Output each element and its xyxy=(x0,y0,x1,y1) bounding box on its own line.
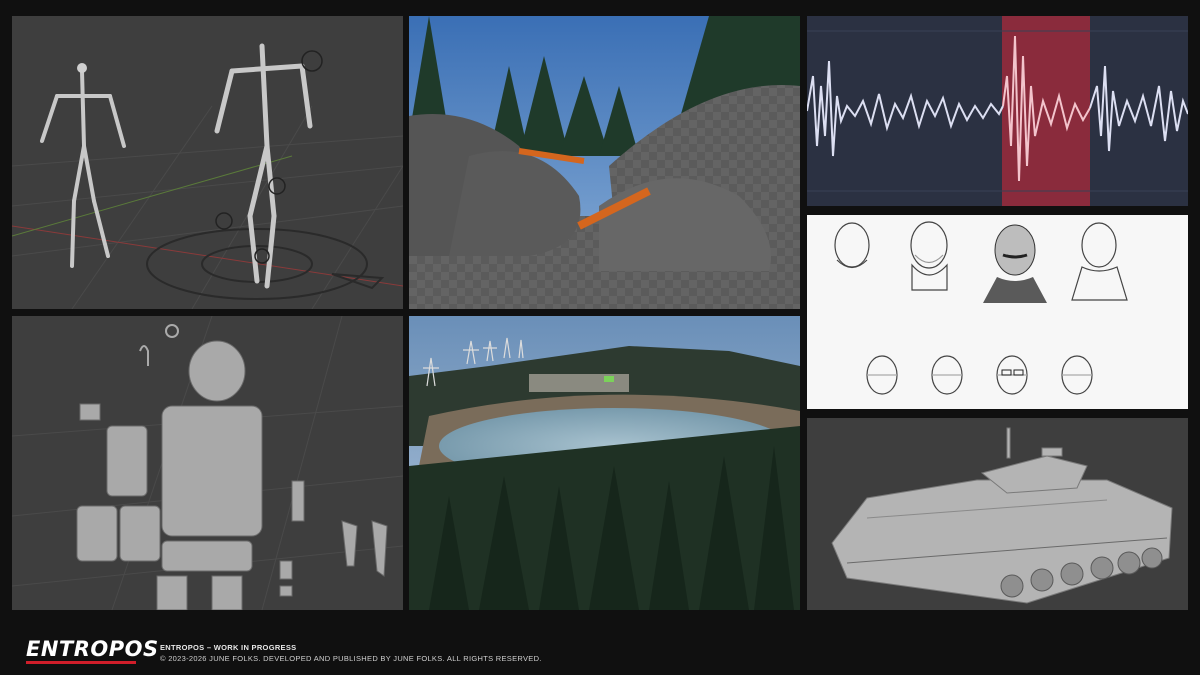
lake-landscape-panel xyxy=(409,316,800,610)
terrain-blockout-image xyxy=(409,16,800,309)
lake-landscape-image xyxy=(409,316,800,610)
character-sketches-panel xyxy=(807,215,1188,409)
audio-waveform-image xyxy=(807,16,1188,206)
character-sketches-image xyxy=(807,215,1188,409)
rig-skeleton-panel xyxy=(12,16,403,309)
gear-model-panel xyxy=(12,316,403,610)
entropos-logo: ENTROPOS xyxy=(26,637,159,661)
ifv-vehicle-image xyxy=(807,418,1188,610)
footer-title: ENTROPOS – WORK IN PROGRESS xyxy=(160,643,297,652)
gear-model-image xyxy=(12,316,403,610)
rig-skeleton-image xyxy=(12,16,403,309)
ifv-vehicle-panel xyxy=(807,418,1188,610)
logo-accent-bar xyxy=(26,661,136,664)
audio-waveform-panel xyxy=(807,16,1188,206)
terrain-blockout-panel xyxy=(409,16,800,309)
footer-copyright: © 2023-2026 JUNE FOLKS. DEVELOPED AND PU… xyxy=(160,654,542,663)
